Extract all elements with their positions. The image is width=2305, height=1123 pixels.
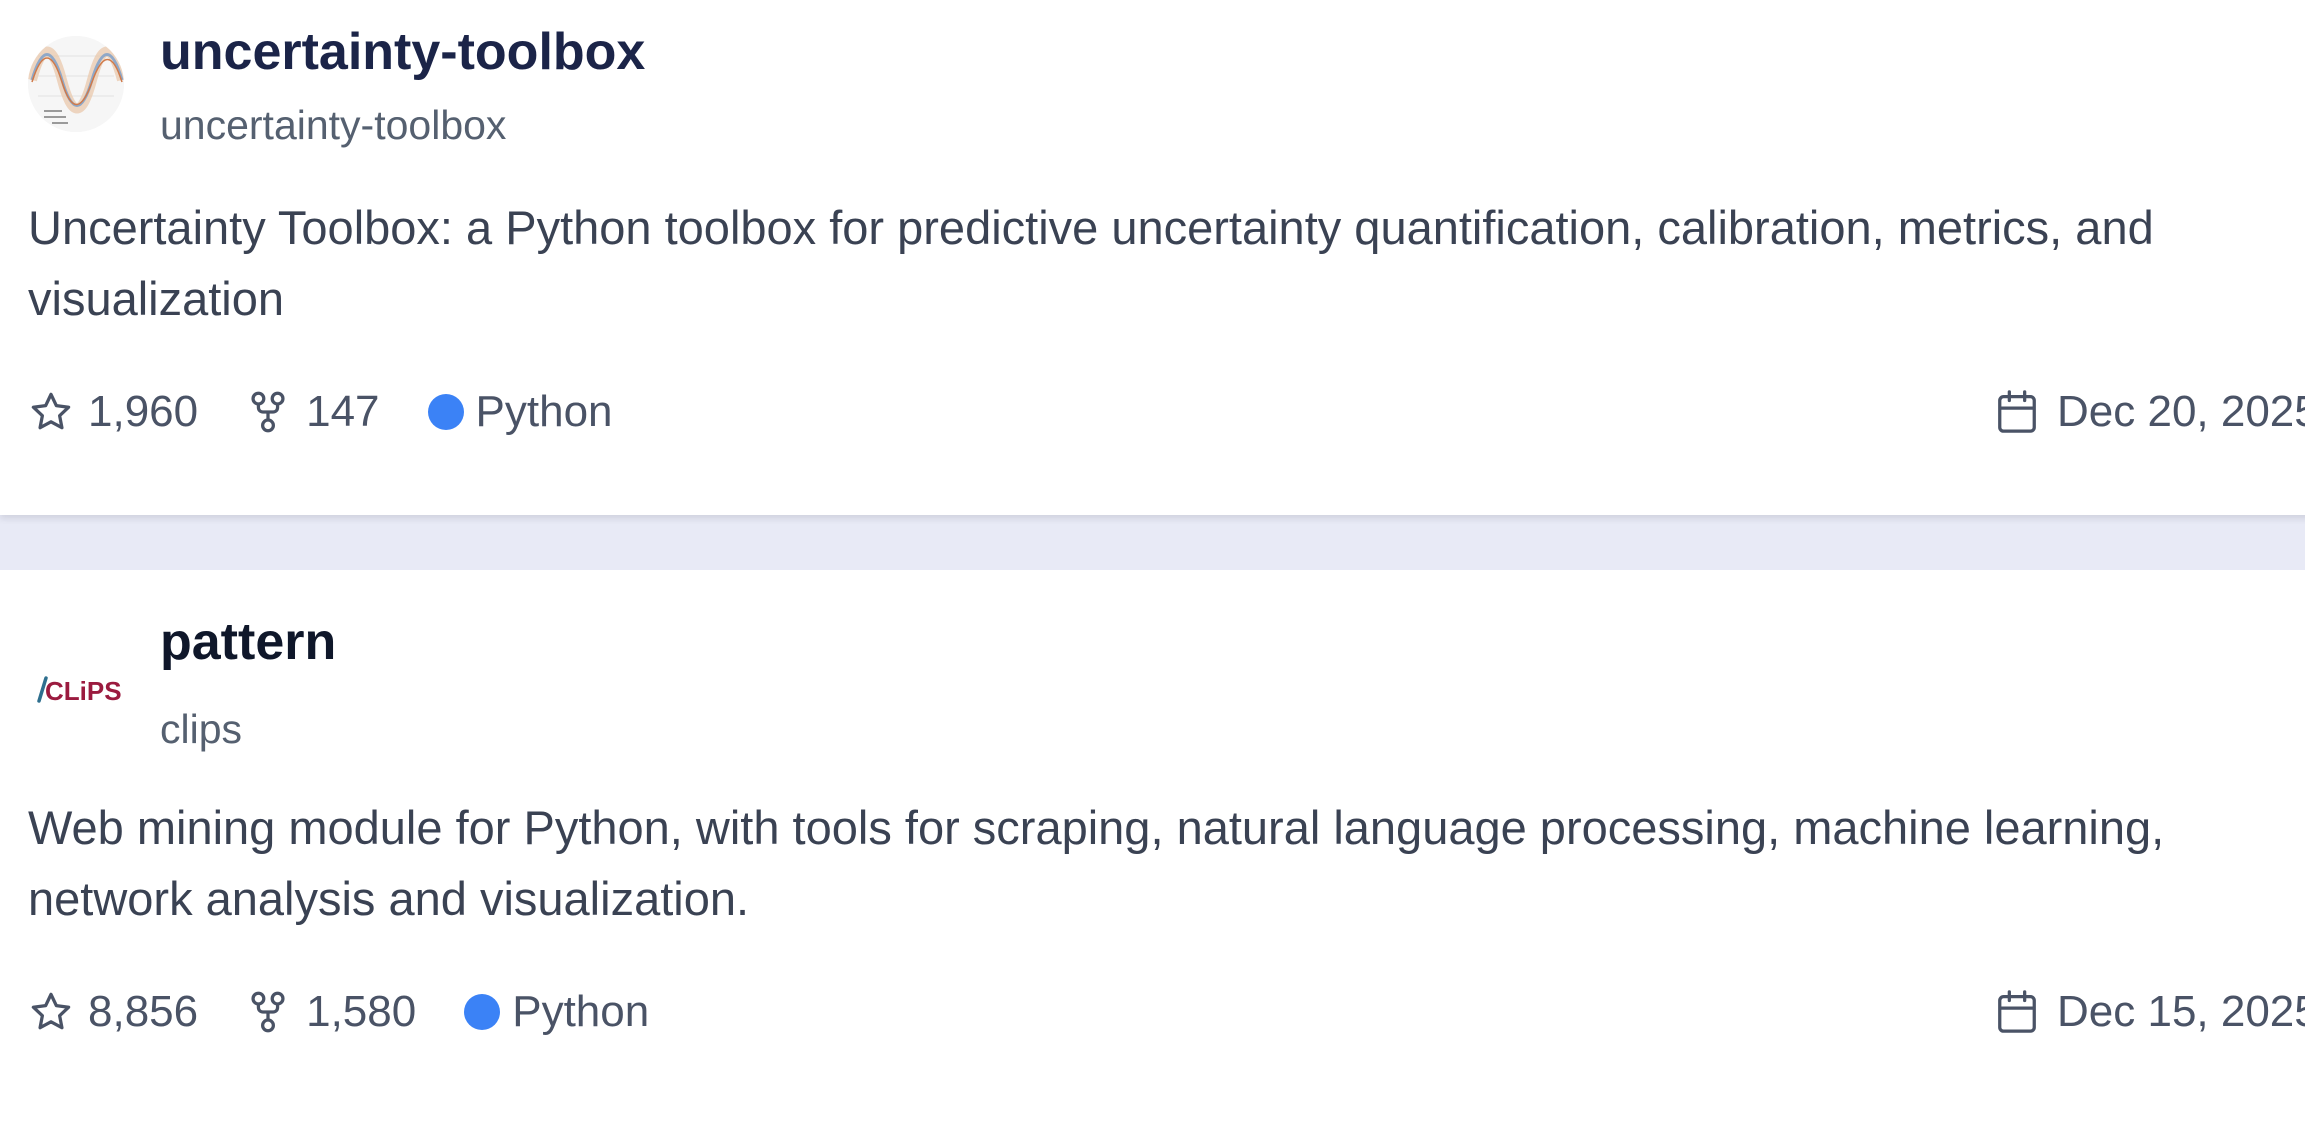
repo-description: Web mining module for Python, with tools… [28, 801, 2165, 925]
updated-value: Dec 15, 2025 [2057, 987, 2305, 1036]
fork-icon [251, 991, 285, 1033]
stars-value: 1,960 [88, 387, 199, 436]
repo-list: uncertainty-toolbox uncertainty-toolbox … [0, 0, 2305, 1123]
star-icon [31, 992, 71, 1030]
repo-stats: 1,960 147 Python [28, 386, 613, 438]
forks-count: 147 [248, 387, 380, 437]
stars-value: 8,856 [88, 987, 199, 1036]
stars-count: 1,960 [28, 387, 198, 437]
repo-description: Uncertainty Toolbox: a Python toolbox fo… [28, 201, 2154, 325]
repo-card[interactable]: uncertainty-toolbox uncertainty-toolbox … [0, 0, 2305, 515]
calendar-icon [1998, 990, 2036, 1033]
repo-card[interactable]: CLiPS pattern clips Web mining module fo… [0, 570, 2305, 1123]
repo-avatar[interactable]: CLiPS [28, 640, 124, 736]
language-label: Python [475, 387, 613, 436]
repo-name-link[interactable]: uncertainty-toolbox [160, 22, 645, 82]
updated-date: Dec 20, 2025 [1995, 386, 2305, 438]
repo-owner-link[interactable]: clips [160, 705, 242, 753]
language-tag: Python [427, 387, 613, 437]
forks-value: 147 [306, 387, 380, 436]
star-icon [31, 392, 71, 430]
language-color-dot [427, 394, 464, 430]
language-label: Python [512, 987, 650, 1036]
forks-count: 1,580 [248, 987, 416, 1037]
repo-avatar[interactable] [28, 36, 124, 132]
clips-logo-text: CLiPS [45, 676, 122, 706]
uncertainty-plot-avatar-icon [28, 36, 124, 132]
clips-logo-avatar-icon: CLiPS [28, 640, 124, 736]
updated-value: Dec 20, 2025 [2057, 387, 2305, 436]
forks-value: 1,580 [306, 987, 417, 1036]
stars-count: 8,856 [28, 987, 198, 1037]
calendar-icon [1998, 390, 2036, 433]
repo-stats: 8,856 1,580 Python [28, 986, 649, 1038]
language-color-dot [464, 994, 501, 1030]
fork-icon [251, 391, 285, 433]
language-tag: Python [464, 987, 649, 1037]
updated-date: Dec 15, 2025 [1995, 986, 2305, 1038]
card-separator [0, 515, 2305, 572]
repo-owner-link[interactable]: uncertainty-toolbox [160, 101, 506, 149]
repo-name-link[interactable]: pattern [160, 612, 336, 672]
